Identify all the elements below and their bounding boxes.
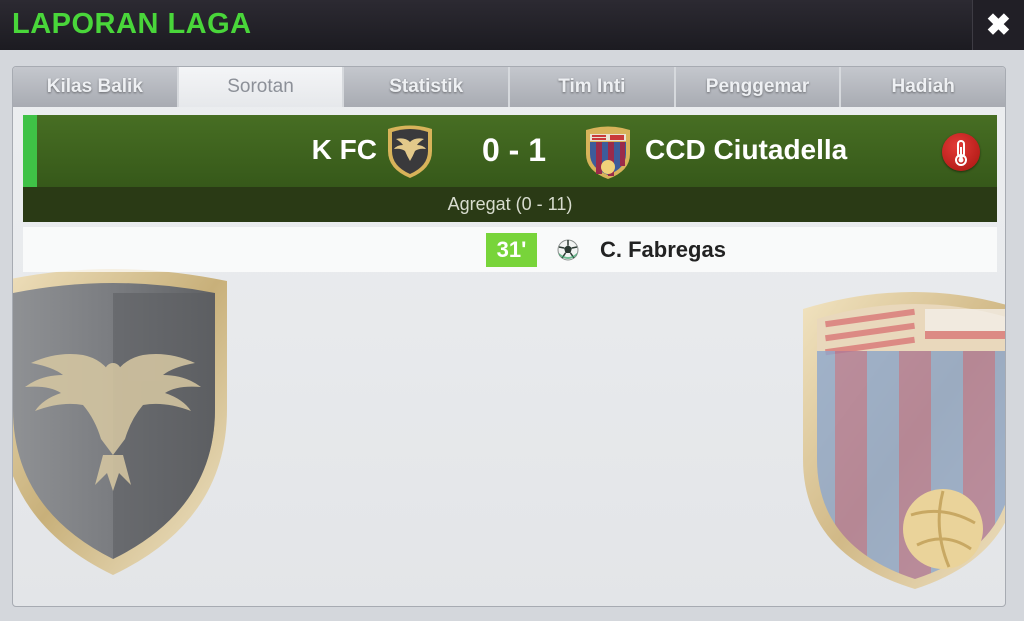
window-title: LAPORAN LAGA <box>12 8 252 40</box>
aggregate-bar: Agregat (0 - 11) <box>23 187 997 222</box>
match-report-panel: Kilas Balik Sorotan Statistik Tim Inti P… <box>12 66 1006 607</box>
away-team-name: CCD Ciutadella <box>645 134 848 165</box>
tab-kilas-balik[interactable]: Kilas Balik <box>13 67 179 107</box>
event-minute-badge: 31' <box>486 233 537 267</box>
close-icon: ✖ <box>985 8 1012 42</box>
striped-crest-icon[interactable] <box>584 124 632 185</box>
score-panel: K FC 0 - 1 CCD Ciutadella Agregat (0 - 1… <box>23 115 997 222</box>
tab-bar: Kilas Balik Sorotan Statistik Tim Inti P… <box>13 67 1005 107</box>
football-icon <box>557 239 579 266</box>
tab-hadiah[interactable]: Hadiah <box>841 67 1005 107</box>
aggregate-score: Agregat (0 - 11) <box>447 194 573 214</box>
event-player-name: C. Fabregas <box>600 237 726 262</box>
home-team-name: K FC <box>311 134 377 165</box>
eagle-crest-icon[interactable] <box>385 123 435 184</box>
thermometer-button[interactable] <box>942 133 980 171</box>
tab-statistik[interactable]: Statistik <box>344 67 511 107</box>
tab-tim-inti[interactable]: Tim Inti <box>510 67 676 107</box>
tab-sorotan[interactable]: Sorotan <box>178 67 345 107</box>
list-item: 31' C. Fabregas <box>23 227 997 272</box>
home-crest-watermark <box>13 259 236 584</box>
tab-penggemar[interactable]: Penggemar <box>675 67 842 107</box>
close-button[interactable]: ✖ <box>972 0 1024 50</box>
away-crest-watermark <box>795 279 1005 594</box>
score-row: K FC 0 - 1 CCD Ciutadella <box>23 115 997 187</box>
title-bar: LAPORAN LAGA ✖ <box>0 0 1024 50</box>
match-score: 0 - 1 <box>481 132 547 168</box>
thermometer-icon <box>955 140 967 166</box>
